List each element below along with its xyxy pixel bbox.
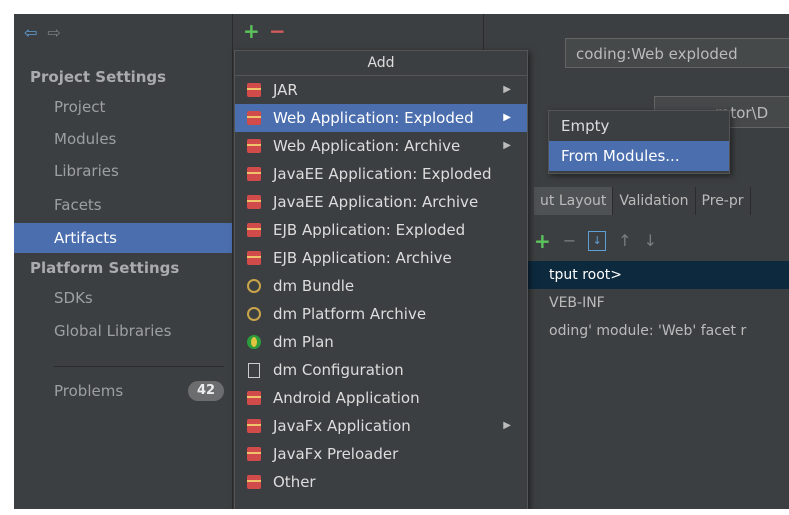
- platform-settings-heading: Platform Settings: [30, 259, 180, 277]
- javaee-icon: [247, 195, 261, 209]
- menu-item-android-application[interactable]: Android Application: [235, 384, 527, 412]
- sidebar-item-libraries[interactable]: Libraries: [14, 156, 232, 186]
- submenu-arrow-icon: ▶: [503, 420, 511, 431]
- move-down-icon[interactable]: ↓: [644, 227, 657, 255]
- ejb-icon: [247, 251, 261, 265]
- tab-pre-processing[interactable]: Pre-pr: [696, 187, 751, 215]
- menu-item-dm-bundle[interactable]: dm Bundle: [235, 272, 527, 300]
- submenu-arrow-icon: ▶: [503, 84, 511, 95]
- menu-item-label: dm Bundle: [273, 277, 355, 295]
- project-settings-heading: Project Settings: [30, 68, 167, 86]
- jar-icon: [247, 475, 261, 489]
- menu-item-dm-plan[interactable]: dm Plan: [235, 328, 527, 356]
- submenu-arrow-icon: ▶: [503, 140, 511, 151]
- submenu-arrow-icon: ▶: [503, 112, 511, 123]
- sidebar-item-modules[interactable]: Modules: [14, 124, 232, 154]
- menu-item-ejb-archive[interactable]: EJB Application: Archive: [235, 244, 527, 272]
- menu-item-label: Web Application: Exploded: [273, 109, 474, 127]
- web-app-icon: [247, 111, 261, 125]
- add-artifact-menu: Add JAR ▶ Web Application: Exploded ▶ We…: [234, 50, 528, 509]
- project-structure-dialog: ⇦ ⇨ Project Settings Project Modules Lib…: [14, 14, 789, 509]
- menu-item-label: dm Platform Archive: [273, 305, 427, 323]
- menu-item-label: EJB Application: Exploded: [273, 221, 466, 239]
- menu-item-label: dm Configuration: [273, 361, 404, 379]
- menu-item-label: JavaFx Preloader: [273, 445, 399, 463]
- plan-icon: [247, 335, 261, 349]
- web-app-icon: [247, 139, 261, 153]
- menu-item-dm-platform-archive[interactable]: dm Platform Archive: [235, 300, 527, 328]
- artifact-name-input[interactable]: coding:Web exploded: [565, 38, 789, 68]
- layout-toolbar: + − ↓ ↑ ↓: [534, 227, 657, 255]
- menu-item-ejb-exploded[interactable]: EJB Application: Exploded: [235, 216, 527, 244]
- sidebar-item-sdks[interactable]: SDKs: [14, 283, 232, 313]
- javaee-icon: [247, 167, 261, 181]
- sidebar-item-global-libraries[interactable]: Global Libraries: [14, 316, 232, 346]
- menu-item-label: Other: [273, 473, 316, 491]
- sidebar-item-artifacts[interactable]: Artifacts: [14, 223, 232, 253]
- move-up-icon[interactable]: ↑: [618, 227, 631, 255]
- menu-item-label: JavaEE Application: Archive: [273, 193, 479, 211]
- menu-item-label: JavaEE Application: Exploded: [273, 165, 492, 183]
- menu-item-javaee-archive[interactable]: JavaEE Application: Archive: [235, 188, 527, 216]
- bundle-icon: [247, 279, 261, 293]
- menu-item-jar[interactable]: JAR ▶: [235, 76, 527, 104]
- document-icon: [248, 363, 260, 378]
- output-layout-tree: tput root> VEB-INF oding' module: 'Web' …: [484, 261, 789, 345]
- add-element-icon[interactable]: +: [534, 227, 551, 255]
- jar-icon: [247, 391, 261, 405]
- forward-arrow-icon[interactable]: ⇨: [47, 22, 60, 44]
- jar-icon: [247, 419, 261, 433]
- menu-item-label: dm Plan: [273, 333, 334, 351]
- menu-item-label: EJB Application: Archive: [273, 249, 452, 267]
- menu-item-javafx-preloader[interactable]: JavaFx Preloader: [235, 440, 527, 468]
- menu-item-label: JAR: [273, 81, 298, 99]
- submenu-item-from-modules[interactable]: From Modules...: [549, 141, 729, 171]
- nav-arrows: ⇦ ⇨: [24, 22, 61, 44]
- tab-validation[interactable]: Validation: [613, 187, 696, 215]
- menu-item-dm-configuration[interactable]: dm Configuration: [235, 356, 527, 384]
- menu-item-other[interactable]: Other: [235, 468, 527, 496]
- jar-icon: [247, 83, 261, 97]
- tree-row-web-facet[interactable]: oding' module: 'Web' facet r: [484, 317, 789, 345]
- menu-item-javafx-application[interactable]: JavaFx Application ▶: [235, 412, 527, 440]
- ejb-icon: [247, 223, 261, 237]
- menu-title: Add: [235, 51, 527, 76]
- remove-artifact-button[interactable]: −: [269, 18, 286, 44]
- submenu-item-empty[interactable]: Empty: [549, 111, 729, 141]
- sort-icon[interactable]: ↓: [588, 231, 607, 251]
- menu-item-web-app-archive[interactable]: Web Application: Archive ▶: [235, 132, 527, 160]
- sidebar-item-problems[interactable]: Problems 42: [54, 378, 232, 404]
- tree-row-web-inf[interactable]: VEB-INF: [484, 289, 789, 317]
- settings-sidebar: ⇦ ⇨ Project Settings Project Modules Lib…: [14, 14, 232, 509]
- menu-item-label: Android Application: [273, 389, 420, 407]
- menu-item-label: Web Application: Archive: [273, 137, 461, 155]
- web-exploded-submenu: Empty From Modules...: [548, 110, 730, 174]
- problems-label: Problems: [54, 382, 124, 400]
- tree-row-output-root[interactable]: tput root>: [484, 261, 789, 289]
- artifact-tabs: ut Layout Validation Pre-pr: [534, 187, 751, 215]
- bundle-icon: [247, 307, 261, 321]
- jar-icon: [247, 447, 261, 461]
- artifact-detail-panel: coding:Web exploded rator\D ut Layout Va…: [484, 14, 789, 509]
- menu-item-web-app-exploded[interactable]: Web Application: Exploded ▶: [235, 104, 527, 132]
- sidebar-item-project[interactable]: Project: [14, 92, 232, 122]
- sidebar-divider: [54, 366, 224, 367]
- remove-element-icon[interactable]: −: [563, 227, 576, 255]
- menu-item-label: JavaFx Application: [273, 417, 411, 435]
- add-artifact-button[interactable]: +: [243, 18, 260, 44]
- problems-count-badge: 42: [188, 381, 224, 401]
- back-arrow-icon[interactable]: ⇦: [24, 22, 37, 44]
- tab-output-layout[interactable]: ut Layout: [534, 187, 614, 215]
- menu-item-javaee-exploded[interactable]: JavaEE Application: Exploded: [235, 160, 527, 188]
- sidebar-item-facets[interactable]: Facets: [14, 190, 232, 220]
